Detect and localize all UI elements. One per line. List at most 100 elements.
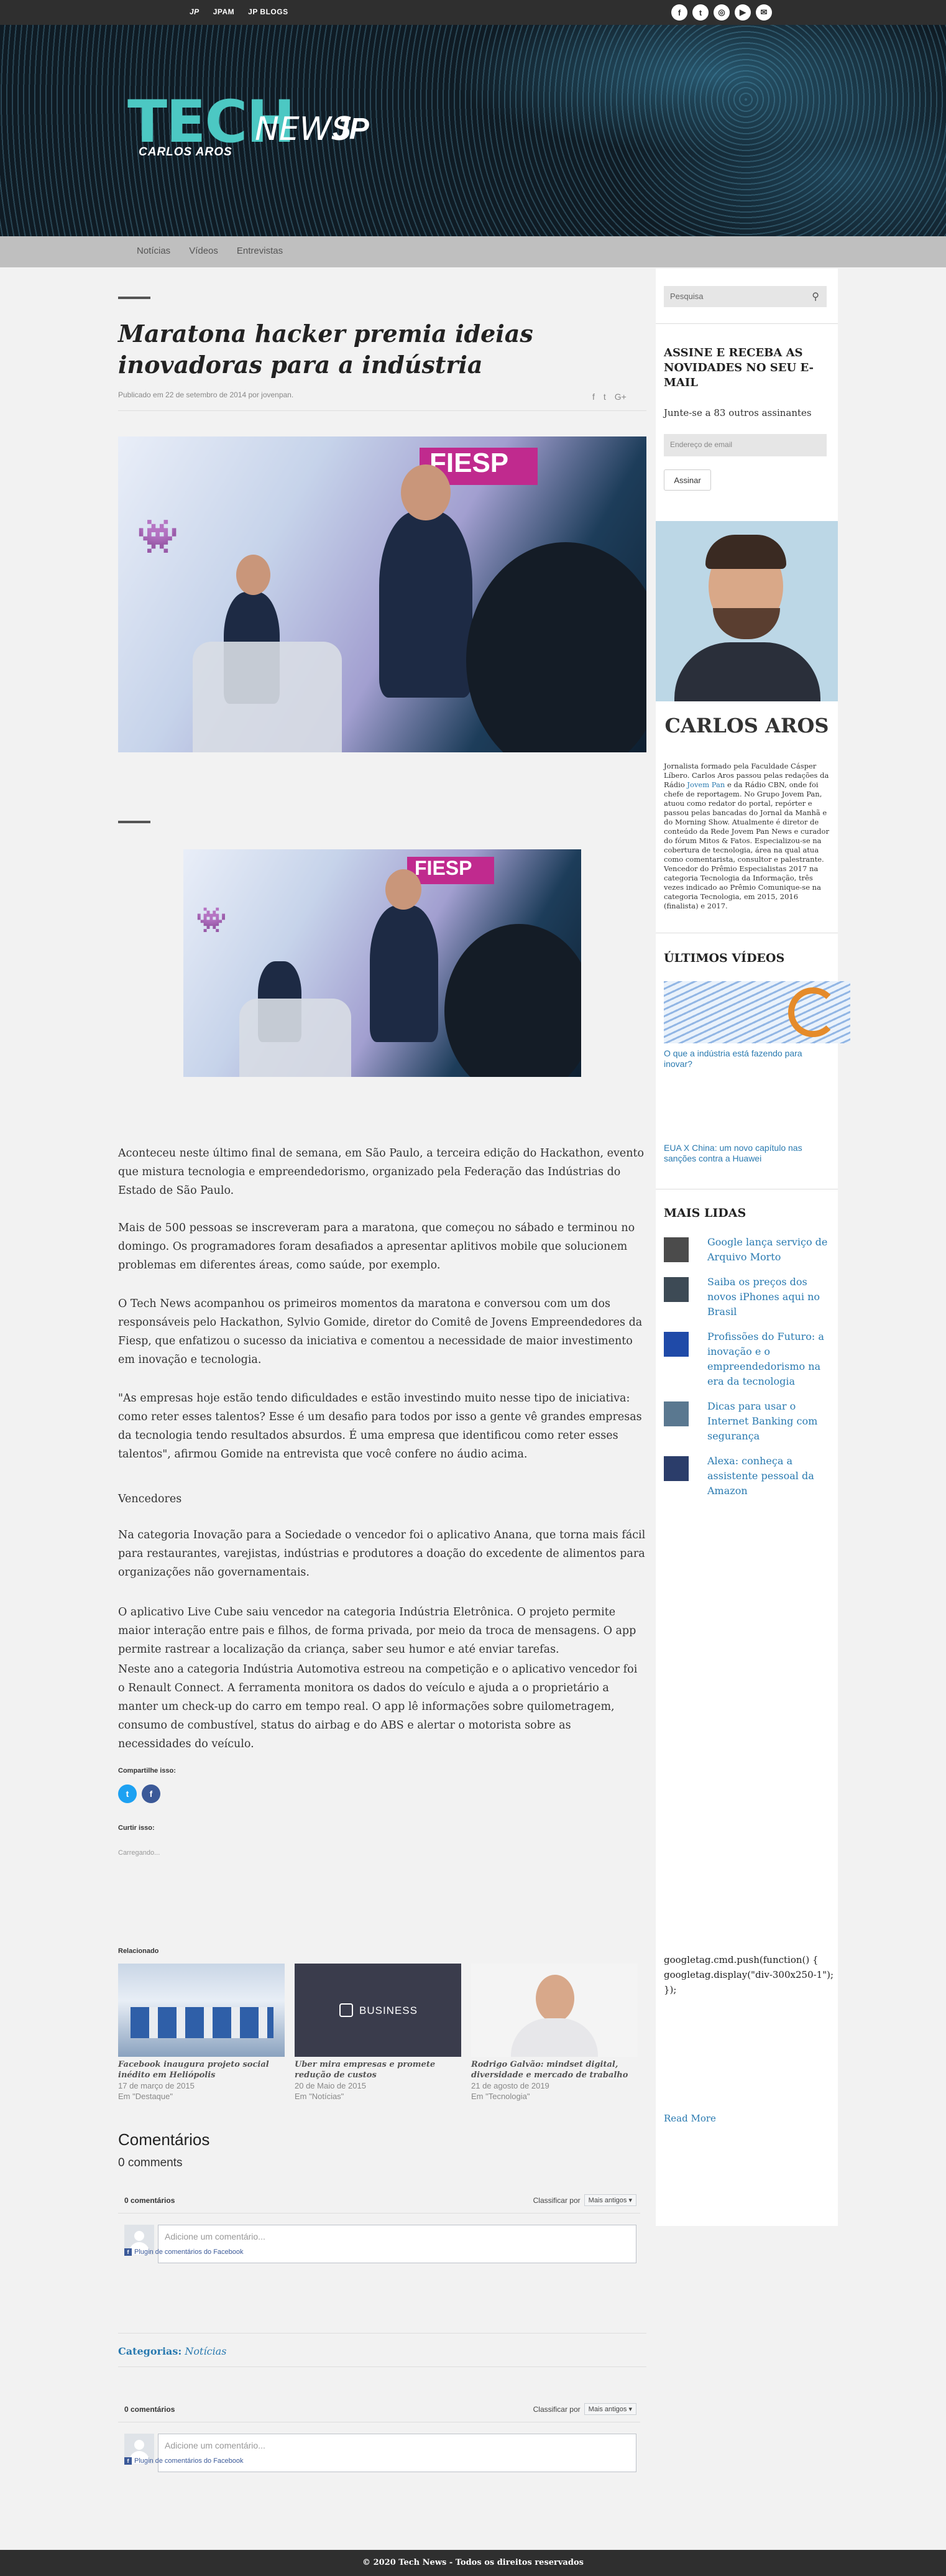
thumbnail[interactable]	[664, 1456, 689, 1481]
fb-comment-count: 0 comentários	[124, 2405, 175, 2414]
related-item[interactable]: BUSINESS Uber mira empresas e promete re…	[295, 1964, 461, 2102]
related-thumbnail[interactable]	[118, 1964, 285, 2057]
facebook-icon: f	[124, 2248, 132, 2256]
related-title-link[interactable]: Facebook inaugura projeto social inédito…	[118, 2059, 285, 2080]
author-name: CARLOS AROS	[664, 714, 829, 737]
ad-script-text: googletag.cmd.push(function() { googleta…	[664, 1954, 834, 1995]
video-link[interactable]: O que a indústria está fazendo para inov…	[664, 1048, 819, 1069]
business-icon	[339, 2003, 353, 2017]
copyright: © 2020 Tech News - Todos os direitos res…	[362, 2558, 584, 2567]
search-box[interactable]: Pesquisa ⚲	[664, 286, 827, 307]
jp-logo[interactable]: JP	[190, 7, 200, 16]
search-icon[interactable]: ⚲	[812, 290, 819, 303]
thumbnail[interactable]	[664, 1237, 689, 1262]
videos-title: ÚLTIMOS VÍDEOS	[664, 951, 785, 965]
fb-plugin-link[interactable]: f Plugin de comentários do Facebook	[124, 2457, 244, 2465]
related-thumbnail[interactable]	[471, 1964, 638, 2057]
business-label: BUSINESS	[359, 2005, 418, 2016]
related-thumbnail[interactable]: BUSINESS	[295, 1964, 461, 2057]
article-image: 👾 FIESP	[183, 849, 581, 1077]
divider	[118, 2333, 646, 2334]
section-heading-vencedores: Vencedores	[118, 1493, 182, 1505]
thumbnail[interactable]	[664, 1332, 689, 1357]
mais-lidas-link[interactable]: Profissões do Futuro: a inovação e o emp…	[707, 1329, 832, 1389]
speaker-figure-small	[370, 905, 438, 1042]
facebook-comments-box: 0 comentários Classificar por Mais antig…	[118, 2189, 640, 2269]
video-thumbnail[interactable]	[664, 981, 850, 1043]
facebook-comments-box-2: 0 comentários Classificar por Mais antig…	[118, 2398, 640, 2478]
subscribe-title: ASSINE E RECEBA AS NOVIDADES NO SEU E-MA…	[664, 346, 814, 389]
article-paragraph: Aconteceu neste último final de semana, …	[118, 1147, 645, 1197]
facebook-share-button[interactable]: f	[142, 1784, 160, 1803]
related-title: Relacionado	[118, 1947, 159, 1955]
attendee-head	[236, 555, 270, 595]
share-buttons: t f	[118, 1784, 160, 1803]
twitter-share-button[interactable]: t	[118, 1784, 137, 1803]
read-more-link[interactable]: Read More	[664, 2113, 716, 2124]
comment-input[interactable]: Adicione um comentário...	[158, 2434, 636, 2472]
mais-lidas-link[interactable]: Google lança serviço de Arquivo Morto	[707, 1235, 832, 1265]
top-nav: JP JPAM JP BLOGS	[190, 7, 288, 16]
facebook-icon[interactable]: f	[671, 4, 687, 21]
google-plus-share-icon[interactable]: G+	[615, 392, 627, 402]
sort-select[interactable]: Mais antigos ▾	[584, 2403, 636, 2415]
related-title-link[interactable]: Uber mira empresas e promete redução de …	[295, 2059, 461, 2080]
fb-plugin-link[interactable]: f Plugin de comentários do Facebook	[124, 2248, 244, 2256]
sort-select[interactable]: Mais antigos ▾	[584, 2194, 636, 2206]
logo-jp: JP	[333, 113, 369, 145]
share-mini: f t G+	[592, 392, 627, 402]
instagram-icon[interactable]: ◎	[714, 4, 730, 21]
site-logo[interactable]: TECH NEWS JP CARLOS AROS	[127, 93, 369, 159]
bio-link[interactable]: Jovem Pan	[687, 780, 725, 789]
email-icon[interactable]: ✉	[756, 4, 772, 21]
nav-item-videos[interactable]: Vídeos	[189, 246, 218, 256]
sort-label: Classificar por	[533, 2195, 581, 2205]
nav-item-noticias[interactable]: Notícias	[137, 246, 170, 256]
facebook-share-icon[interactable]: f	[592, 392, 595, 402]
related-category: Em "Notícias"	[295, 2092, 344, 2101]
featured-image: 👾 FIESP	[118, 436, 646, 752]
top-link-jpam[interactable]: JPAM	[213, 7, 234, 16]
article-paragraph: O aplicativo Live Cube saiu vencedor na …	[118, 1606, 636, 1656]
chair-shape	[193, 642, 342, 752]
category-link[interactable]: Notícias	[185, 2345, 226, 2357]
mais-lidas-link[interactable]: Alexa: conheça a assistente pessoal da A…	[707, 1454, 832, 1498]
comment-input[interactable]: Adicione um comentário...	[158, 2225, 636, 2263]
related-title-link[interactable]: Rodrigo Galvão: mindset digital, diversi…	[471, 2059, 638, 2080]
fb-plugin-label: Plugin de comentários do Facebook	[134, 2457, 244, 2465]
twitter-icon[interactable]: t	[692, 4, 709, 21]
top-link-jp-blogs[interactable]: JP BLOGS	[248, 7, 288, 16]
subscribe-button[interactable]: Assinar	[664, 469, 711, 491]
youtube-icon[interactable]: ▶	[735, 4, 751, 21]
speaker-figure	[379, 511, 472, 698]
related-item[interactable]: Rodrigo Galvão: mindset digital, diversi…	[471, 1964, 638, 2102]
categories: Categorias: Notícias	[118, 2345, 226, 2357]
related-item[interactable]: Facebook inaugura projeto social inédito…	[118, 1964, 285, 2102]
mais-lidas-link[interactable]: Saiba os preços dos novos iPhones aqui n…	[707, 1275, 832, 1319]
categories-label: Categorias:	[118, 2345, 182, 2357]
video-link[interactable]: EUA X China: um novo capítulo nas sançõe…	[664, 1143, 819, 1164]
author-bio: Jornalista formado pela Faculdade Cásper…	[664, 762, 830, 911]
mais-lidas-link[interactable]: Dicas para usar o Internet Banking com s…	[707, 1399, 832, 1444]
mais-lidas-title: MAIS LIDAS	[664, 1206, 746, 1220]
like-title: Curtir isso:	[118, 1824, 155, 1832]
divider	[656, 323, 838, 324]
email-field[interactable]: Endereço de email	[664, 434, 827, 456]
logo-author: CARLOS AROS	[139, 145, 232, 159]
search-input[interactable]: Pesquisa	[670, 292, 703, 301]
article-paragraph: Na categoria Inovação para a Sociedade o…	[118, 1529, 646, 1579]
nav-item-entrevistas[interactable]: Entrevistas	[237, 246, 283, 256]
article-paragraph: Neste ano a categoria Indústria Automoti…	[118, 1663, 638, 1750]
comments-title: Comentários	[118, 2130, 210, 2149]
divider	[118, 2366, 646, 2367]
thumbnail[interactable]	[664, 1401, 689, 1426]
twitter-share-icon[interactable]: t	[604, 392, 606, 402]
space-invader-graphic-small: 👾	[196, 907, 227, 934]
facebook-icon: f	[124, 2457, 132, 2465]
sort-label: Classificar por	[533, 2404, 581, 2414]
speaker-head-small	[385, 869, 421, 910]
related-date: 20 de Maio de 2015	[295, 2081, 366, 2090]
thumbnail[interactable]	[664, 1277, 689, 1302]
loading-text: Carregando...	[118, 1849, 160, 1857]
footer: © 2020 Tech News - Todos os direitos res…	[0, 2550, 946, 2576]
